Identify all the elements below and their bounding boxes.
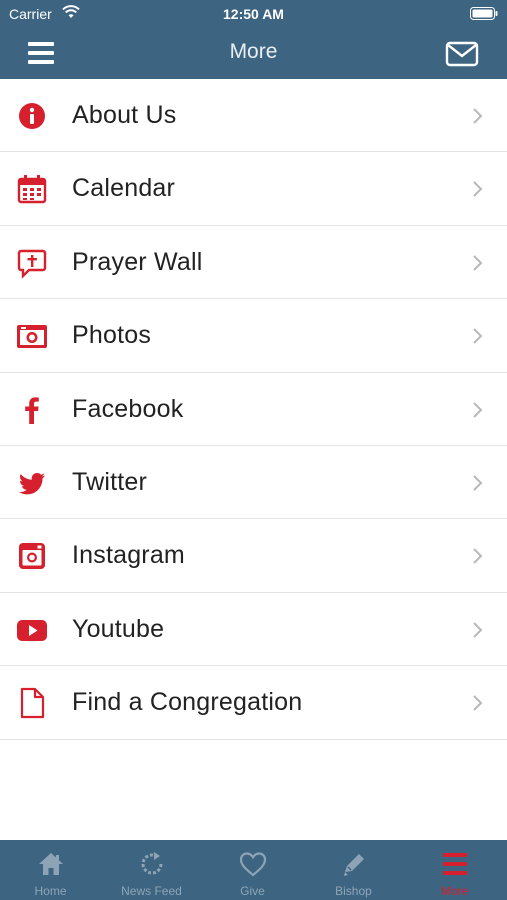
tab-home[interactable]: Home bbox=[0, 840, 101, 900]
heart-icon bbox=[239, 852, 267, 877]
tab-give[interactable]: Give bbox=[202, 840, 303, 900]
status-bar: Carrier 12:50 AM bbox=[0, 0, 507, 28]
document-icon bbox=[20, 688, 45, 719]
more-menu-list: About Us Calendar Prayer Wall Photos Fac… bbox=[0, 79, 507, 740]
chevron-right-icon bbox=[473, 255, 483, 271]
menu-item-label: Prayer Wall bbox=[72, 247, 203, 276]
top-bar: Carrier 12:50 AM More bbox=[0, 0, 507, 79]
pencil-icon bbox=[344, 854, 364, 876]
menu-item-facebook[interactable]: Facebook bbox=[0, 372, 507, 446]
chevron-right-icon bbox=[473, 548, 483, 565]
chevron-right-icon bbox=[473, 695, 483, 711]
chevron-right-icon bbox=[473, 181, 483, 198]
calendar-icon bbox=[17, 175, 47, 204]
chevron-right-icon bbox=[473, 475, 483, 491]
menu-item-youtube[interactable]: Youtube bbox=[0, 592, 507, 667]
info-icon bbox=[19, 103, 45, 129]
home-icon bbox=[39, 853, 63, 875]
twitter-icon bbox=[18, 472, 45, 495]
refresh-icon bbox=[141, 852, 163, 875]
chevron-right-icon bbox=[473, 108, 483, 124]
menu-item-label: About Us bbox=[72, 101, 177, 129]
chevron-right-icon bbox=[473, 622, 483, 638]
youtube-icon bbox=[17, 619, 47, 641]
tab-label: More bbox=[440, 884, 469, 898]
menu-item-label: Youtube bbox=[72, 614, 165, 643]
menu-item-label: Calendar bbox=[72, 174, 176, 203]
instagram-icon bbox=[19, 543, 45, 570]
tab-label: News Feed bbox=[121, 884, 182, 898]
nav-bar: More bbox=[0, 28, 507, 79]
menu-item-label: Twitter bbox=[72, 467, 148, 496]
tab-label: Give bbox=[240, 884, 265, 898]
tab-label: Home bbox=[34, 884, 67, 898]
hamburger-icon bbox=[443, 853, 467, 875]
menu-item-label: Facebook bbox=[72, 394, 184, 423]
prayer-chat-icon bbox=[17, 249, 47, 279]
camera-icon bbox=[17, 325, 47, 349]
menu-item-twitter[interactable]: Twitter bbox=[0, 445, 507, 520]
tab-bishop[interactable]: Bishop bbox=[303, 840, 404, 900]
tab-label: Bishop bbox=[335, 884, 372, 898]
chevron-right-icon bbox=[473, 328, 483, 344]
menu-item-instagram[interactable]: Instagram bbox=[0, 519, 507, 593]
page-title: More bbox=[229, 40, 278, 63]
menu-item-calendar[interactable]: Calendar bbox=[0, 152, 507, 226]
menu-item-label: Find a Congregation bbox=[72, 688, 303, 717]
menu-item-find-a-congregation[interactable]: Find a Congregation bbox=[0, 666, 507, 740]
facebook-icon bbox=[25, 396, 39, 424]
menu-item-label: Photos bbox=[72, 321, 152, 350]
tab-news-feed[interactable]: News Feed bbox=[101, 840, 202, 900]
menu-item-label: Instagram bbox=[72, 541, 185, 570]
tab-more[interactable]: More bbox=[404, 840, 505, 900]
bottom-tab-bar: Home News Feed Give Bishop More bbox=[0, 840, 507, 900]
menu-item-about-us[interactable]: About Us bbox=[0, 79, 507, 153]
battery-icon bbox=[470, 7, 498, 20]
chevron-right-icon bbox=[473, 401, 483, 418]
mail-icon[interactable] bbox=[445, 40, 479, 68]
menu-item-photos[interactable]: Photos bbox=[0, 299, 507, 373]
menu-item-prayer-wall[interactable]: Prayer Wall bbox=[0, 225, 507, 300]
status-time: 12:50 AM bbox=[223, 6, 284, 22]
